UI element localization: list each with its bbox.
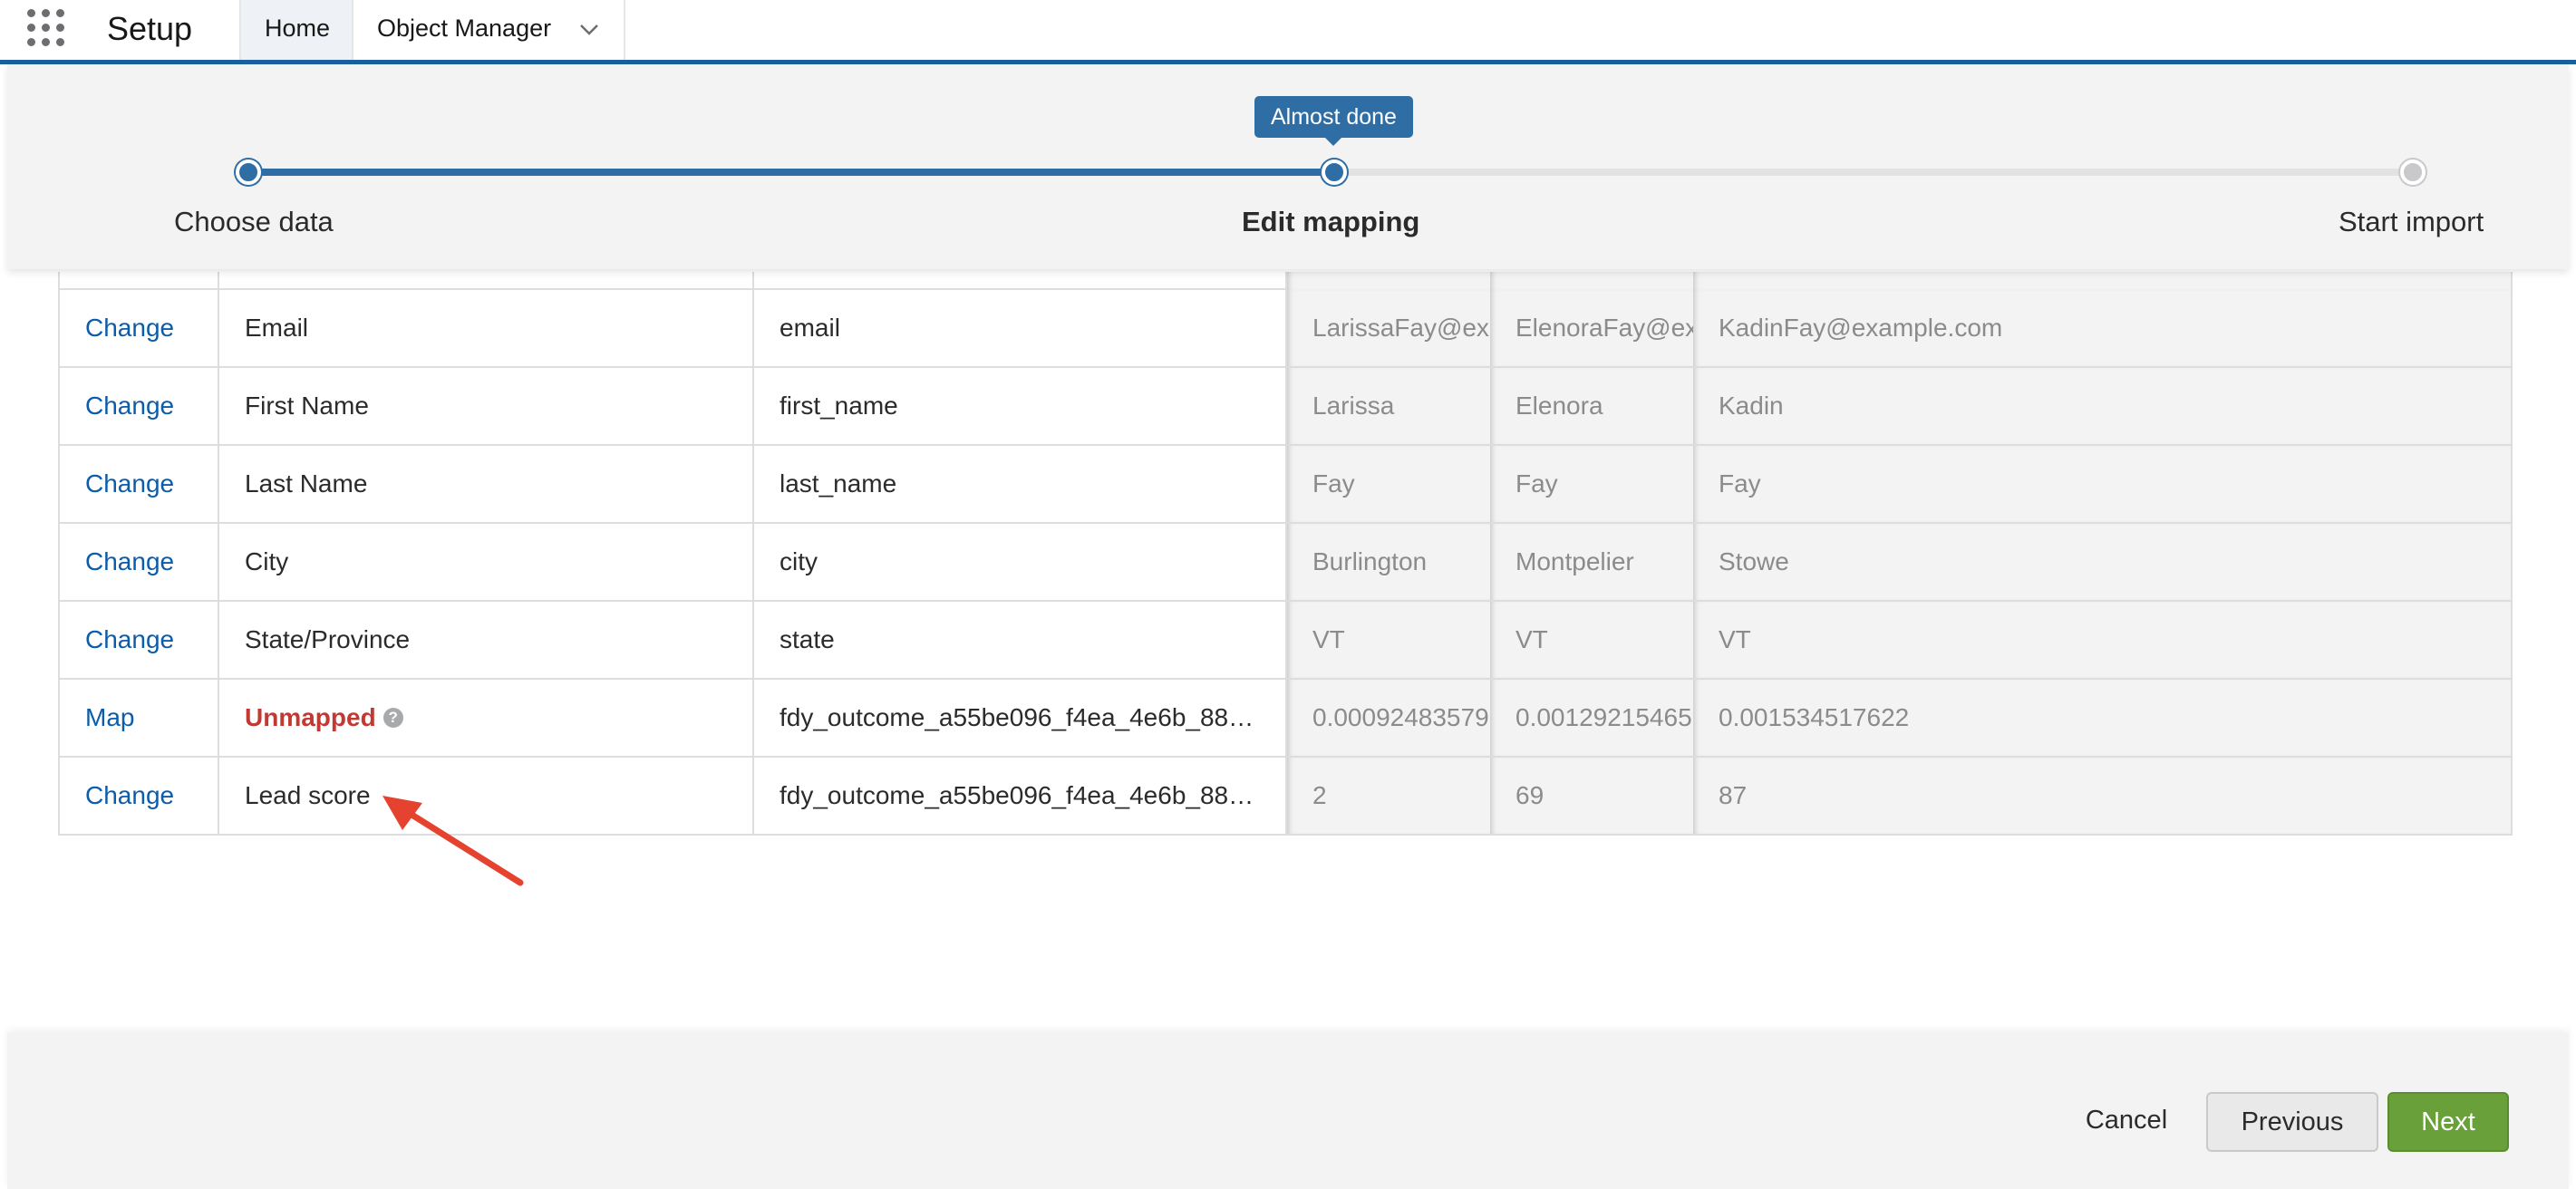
sample-value: Larissa	[1287, 368, 1490, 444]
salesforce-field: Unmapped?	[219, 680, 754, 756]
top-nav: Setup Home Object Manager	[0, 0, 2576, 64]
tab-home-label: Home	[265, 14, 331, 42]
change-mapping-link[interactable]: Change	[58, 446, 219, 522]
sample-value: 0.001534517622	[1693, 680, 2513, 756]
step-marker-start-import	[2400, 160, 2426, 185]
salesforce-field: State/Province	[219, 602, 754, 678]
sample-value: ElenoraFay@ex	[1490, 290, 1693, 366]
wizard-footer: Cancel Previous Next	[7, 1033, 2569, 1189]
csv-column: fdy_outcome_a55be096_f4ea_4e6b_88…	[754, 758, 1287, 834]
sample-value: 0.00092483579	[1287, 680, 1490, 756]
next-button[interactable]: Next	[2387, 1092, 2509, 1152]
sample-value: Kadin	[1693, 368, 2513, 444]
sample-value: VT	[1287, 602, 1490, 678]
step-label-edit-mapping: Edit mapping	[1242, 206, 1420, 237]
salesforce-field: Email	[219, 290, 754, 366]
sample-value: 69	[1490, 758, 1693, 834]
unmapped-label: Unmapped	[245, 703, 376, 731]
salesforce-field: Last Name	[219, 446, 754, 522]
sample-value: VT	[1693, 602, 2513, 678]
salesforce-field: First Name	[219, 368, 754, 444]
sample-value: VT	[1490, 602, 1693, 678]
sample-value: Fay	[1287, 446, 1490, 522]
table-row: Change City city Burlington Montpelier S…	[58, 524, 2513, 602]
table-row-partial	[58, 272, 2513, 290]
sample-value: 0.00129215465	[1490, 680, 1693, 756]
sample-value: 87	[1693, 758, 2513, 834]
table-cell	[1490, 272, 1693, 290]
sample-value: LarissaFay@ex	[1287, 290, 1490, 366]
step-marker-edit-mapping[interactable]	[1322, 160, 1347, 185]
table-row: Change First Name first_name Larissa Ele…	[58, 368, 2513, 446]
csv-column: state	[754, 602, 1287, 678]
annotation-arrow-icon	[383, 796, 524, 886]
step-label-start-import: Start import	[2339, 206, 2484, 237]
csv-column: last_name	[754, 446, 1287, 522]
sample-value: 2	[1287, 758, 1490, 834]
progress-track-fill	[248, 169, 1334, 176]
sample-value: Fay	[1693, 446, 2513, 522]
sample-value: Elenora	[1490, 368, 1693, 444]
sample-value: Burlington	[1287, 524, 1490, 600]
table-row: Map Unmapped? fdy_outcome_a55be096_f4ea_…	[58, 680, 2513, 758]
sample-value: Montpelier	[1490, 524, 1693, 600]
help-icon[interactable]: ?	[383, 707, 403, 728]
sample-value: Stowe	[1693, 524, 2513, 600]
table-cell	[1693, 272, 2513, 290]
cancel-button[interactable]: Cancel	[2059, 1092, 2193, 1152]
change-mapping-link[interactable]: Change	[58, 758, 219, 834]
change-mapping-link[interactable]: Change	[58, 290, 219, 366]
sample-value: Fay	[1490, 446, 1693, 522]
app-launcher-icon[interactable]	[25, 7, 67, 49]
app-title: Setup	[107, 10, 193, 47]
csv-column: fdy_outcome_a55be096_f4ea_4e6b_88…	[754, 680, 1287, 756]
csv-column: email	[754, 290, 1287, 366]
table-cell	[754, 272, 1287, 290]
change-mapping-link[interactable]: Change	[58, 524, 219, 600]
sample-value: KadinFay@example.com	[1693, 290, 2513, 366]
change-mapping-link[interactable]: Change	[58, 368, 219, 444]
table-row: Change Email email LarissaFay@ex Elenora…	[58, 290, 2513, 368]
step-marker-choose-data[interactable]	[236, 160, 261, 185]
tab-object-manager[interactable]: Object Manager	[352, 0, 625, 60]
field-mapping-table: Change Email email LarissaFay@ex Elenora…	[58, 272, 2513, 836]
chevron-down-icon[interactable]	[576, 16, 602, 42]
map-field-link[interactable]: Map	[58, 680, 219, 756]
step-label-choose-data: Choose data	[174, 206, 334, 237]
salesforce-field: City	[219, 524, 754, 600]
table-row: Change State/Province state VT VT VT	[58, 602, 2513, 680]
import-wizard-progress: Almost done Choose data Edit mapping Sta…	[7, 64, 2569, 269]
csv-column: city	[754, 524, 1287, 600]
csv-column: first_name	[754, 368, 1287, 444]
progress-tooltip: Almost done	[1254, 96, 1413, 146]
table-cell	[219, 272, 754, 290]
change-mapping-link[interactable]: Change	[58, 602, 219, 678]
table-row: Change Last Name last_name Fay Fay Fay	[58, 446, 2513, 524]
table-cell	[1287, 272, 1490, 290]
tab-object-manager-label: Object Manager	[377, 14, 552, 42]
tab-home[interactable]: Home	[239, 0, 352, 60]
table-cell	[58, 272, 219, 290]
previous-button[interactable]: Previous	[2206, 1092, 2378, 1152]
